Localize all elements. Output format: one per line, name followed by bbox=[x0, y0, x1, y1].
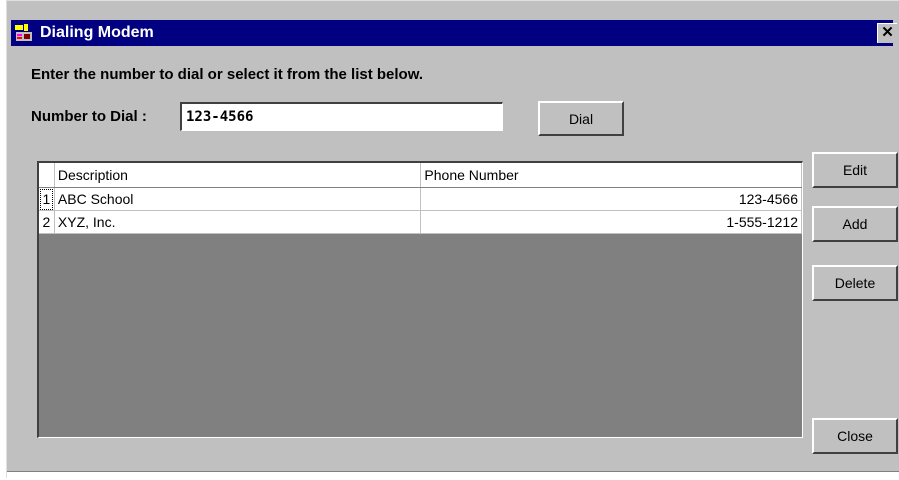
dial-button[interactable]: Dial bbox=[538, 101, 624, 136]
title-bar: Dialing Modem ✕ bbox=[11, 20, 897, 46]
grid-corner-cell bbox=[39, 163, 55, 188]
row-number[interactable]: 1 bbox=[39, 187, 55, 211]
table-row[interactable]: 2 XYZ, Inc. 1-555-1212 bbox=[39, 210, 802, 234]
edit-button[interactable]: Edit bbox=[812, 152, 898, 188]
column-header-phone-number[interactable]: Phone Number bbox=[420, 163, 802, 188]
phone-list-grid[interactable]: Description Phone Number 1 ABC School 12… bbox=[37, 161, 803, 438]
table-row[interactable]: 1 ABC School 123-4566 bbox=[39, 187, 802, 211]
phone-list-table: Description Phone Number 1 ABC School 12… bbox=[39, 163, 802, 234]
grid-header-row: Description Phone Number bbox=[39, 163, 802, 188]
modem-app-icon bbox=[14, 23, 34, 43]
close-icon[interactable]: ✕ bbox=[877, 23, 897, 43]
phone-number-cell[interactable]: 1-555-1212 bbox=[420, 210, 802, 234]
row-number[interactable]: 2 bbox=[39, 210, 55, 234]
close-button[interactable]: Close bbox=[812, 418, 898, 454]
column-header-description[interactable]: Description bbox=[54, 163, 422, 188]
phone-number-cell[interactable]: 123-4566 bbox=[420, 187, 802, 211]
description-cell[interactable]: ABC School bbox=[54, 187, 422, 211]
delete-button[interactable]: Delete bbox=[812, 265, 898, 301]
instructions-text: Enter the number to dial or select it fr… bbox=[31, 66, 423, 83]
description-cell[interactable]: XYZ, Inc. bbox=[54, 210, 422, 234]
number-to-dial-label: Number to Dial : bbox=[31, 108, 147, 125]
window-title: Dialing Modem bbox=[40, 24, 154, 41]
number-to-dial-input[interactable] bbox=[180, 102, 503, 131]
add-button[interactable]: Add bbox=[812, 206, 898, 242]
